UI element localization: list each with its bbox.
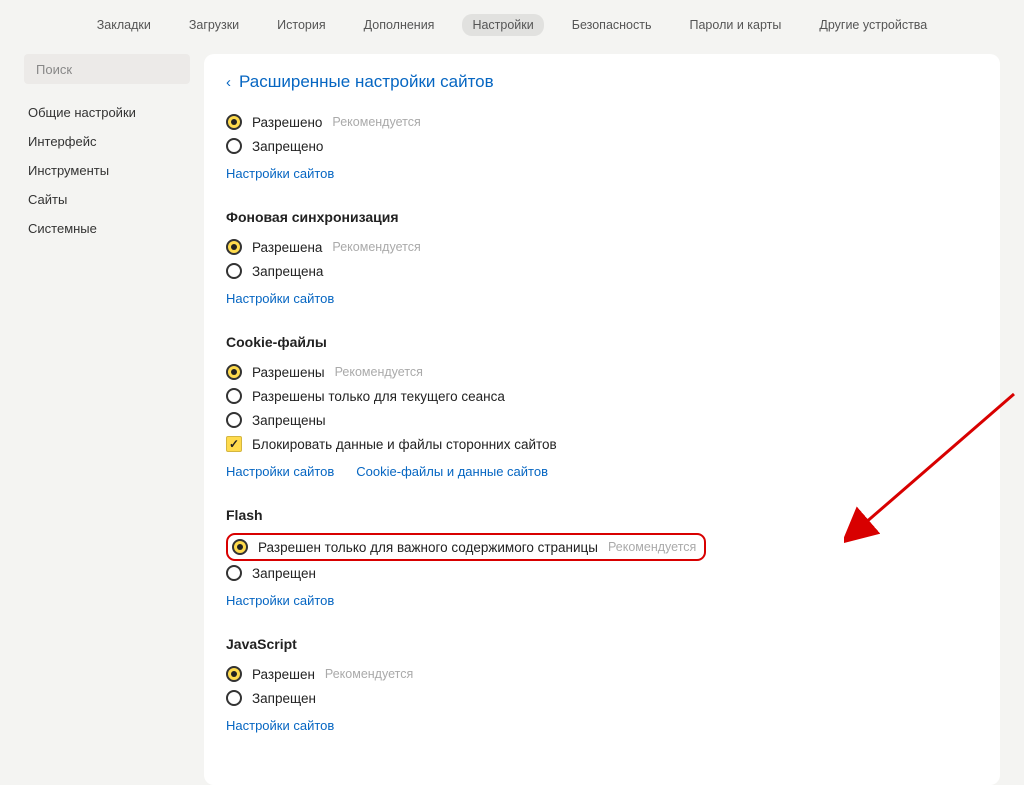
option-allowed[interactable]: Разрешено Рекомендуется [226, 110, 972, 134]
section-title: Cookie-файлы [226, 334, 972, 350]
section-title: JavaScript [226, 636, 972, 652]
topnav-history[interactable]: История [267, 14, 335, 36]
section-cookies: Cookie-файлы Разрешены Рекомендуется Раз… [226, 334, 972, 479]
sidebar: Поиск Общие настройки Интерфейс Инструме… [24, 54, 190, 785]
topnav-addons[interactable]: Дополнения [354, 14, 445, 36]
chevron-left-icon: ‹ [226, 74, 231, 91]
option-denied[interactable]: Запрещено [226, 134, 972, 158]
radio-icon [226, 138, 242, 154]
cookie-data-link[interactable]: Cookie-файлы и данные сайтов [356, 464, 548, 479]
main-panel: ‹ Расширенные настройки сайтов Разрешено… [204, 54, 1000, 785]
site-settings-link[interactable]: Настройки сайтов [226, 464, 334, 479]
topnav-downloads[interactable]: Загрузки [179, 14, 249, 36]
recommended-badge: Рекомендуется [335, 365, 423, 379]
recommended-badge: Рекомендуется [325, 667, 413, 681]
section-title: Фоновая синхронизация [226, 209, 972, 225]
sidebar-item-sites[interactable]: Сайты [24, 185, 190, 214]
option-cookies-session[interactable]: Разрешены только для текущего сеанса [226, 384, 972, 408]
radio-icon [226, 565, 242, 581]
option-js-denied[interactable]: Запрещен [226, 686, 972, 710]
annotation-highlight: Разрешен только для важного содержимого … [226, 533, 706, 561]
section-partial: Разрешено Рекомендуется Запрещено Настро… [226, 110, 972, 181]
topnav-security[interactable]: Безопасность [562, 14, 662, 36]
option-label: Запрещен [252, 691, 316, 706]
radio-icon [226, 388, 242, 404]
site-settings-link[interactable]: Настройки сайтов [226, 718, 334, 733]
option-flash-denied[interactable]: Запрещен [226, 561, 972, 585]
section-bgsync: Фоновая синхронизация Разрешена Рекоменд… [226, 209, 972, 306]
option-label: Блокировать данные и файлы сторонних сай… [252, 437, 557, 452]
radio-icon [226, 666, 242, 682]
option-cookies-allowed[interactable]: Разрешены Рекомендуется [226, 360, 972, 384]
option-label: Разрешена [252, 240, 322, 255]
radio-icon [226, 690, 242, 706]
topnav-bookmarks[interactable]: Закладки [87, 14, 161, 36]
sidebar-item-tools[interactable]: Инструменты [24, 156, 190, 185]
breadcrumb-back[interactable]: ‹ Расширенные настройки сайтов [226, 72, 972, 92]
topnav-settings[interactable]: Настройки [462, 14, 543, 36]
topnav-passwords[interactable]: Пароли и карты [680, 14, 792, 36]
section-title: Flash [226, 507, 972, 523]
option-label: Запрещена [252, 264, 323, 279]
sidebar-item-system[interactable]: Системные [24, 214, 190, 243]
site-settings-link[interactable]: Настройки сайтов [226, 291, 334, 306]
section-javascript: JavaScript Разрешен Рекомендуется Запрещ… [226, 636, 972, 733]
radio-icon [232, 539, 248, 555]
option-label: Запрещены [252, 413, 326, 428]
option-label: Разрешен [252, 667, 315, 682]
radio-icon [226, 239, 242, 255]
radio-icon [226, 263, 242, 279]
option-cookies-denied[interactable]: Запрещены [226, 408, 972, 432]
option-bgsync-denied[interactable]: Запрещена [226, 259, 972, 283]
top-nav: Закладки Загрузки История Дополнения Нас… [0, 0, 1024, 54]
option-label: Разрешено [252, 115, 322, 130]
search-input[interactable]: Поиск [24, 54, 190, 84]
section-flash: Flash Разрешен только для важного содерж… [226, 507, 972, 608]
radio-icon [226, 412, 242, 428]
checkbox-icon [226, 436, 242, 452]
radio-icon [226, 114, 242, 130]
option-label: Запрещено [252, 139, 323, 154]
sidebar-item-general[interactable]: Общие настройки [24, 98, 190, 127]
page-title: Расширенные настройки сайтов [239, 72, 494, 92]
option-cookies-blockthird[interactable]: Блокировать данные и файлы сторонних сай… [226, 432, 972, 456]
recommended-badge: Рекомендуется [332, 240, 420, 254]
site-settings-link[interactable]: Настройки сайтов [226, 593, 334, 608]
recommended-badge: Рекомендуется [608, 540, 696, 554]
option-label: Разрешены [252, 365, 325, 380]
option-label: Разрешен только для важного содержимого … [258, 540, 598, 555]
option-label: Запрещен [252, 566, 316, 581]
site-settings-link[interactable]: Настройки сайтов [226, 166, 334, 181]
radio-icon [226, 364, 242, 380]
topnav-devices[interactable]: Другие устройства [809, 14, 937, 36]
option-js-allowed[interactable]: Разрешен Рекомендуется [226, 662, 972, 686]
option-bgsync-allowed[interactable]: Разрешена Рекомендуется [226, 235, 972, 259]
option-flash-important-only[interactable]: Разрешен только для важного содержимого … [232, 539, 696, 555]
recommended-badge: Рекомендуется [332, 115, 420, 129]
option-label: Разрешены только для текущего сеанса [252, 389, 505, 404]
sidebar-item-interface[interactable]: Интерфейс [24, 127, 190, 156]
